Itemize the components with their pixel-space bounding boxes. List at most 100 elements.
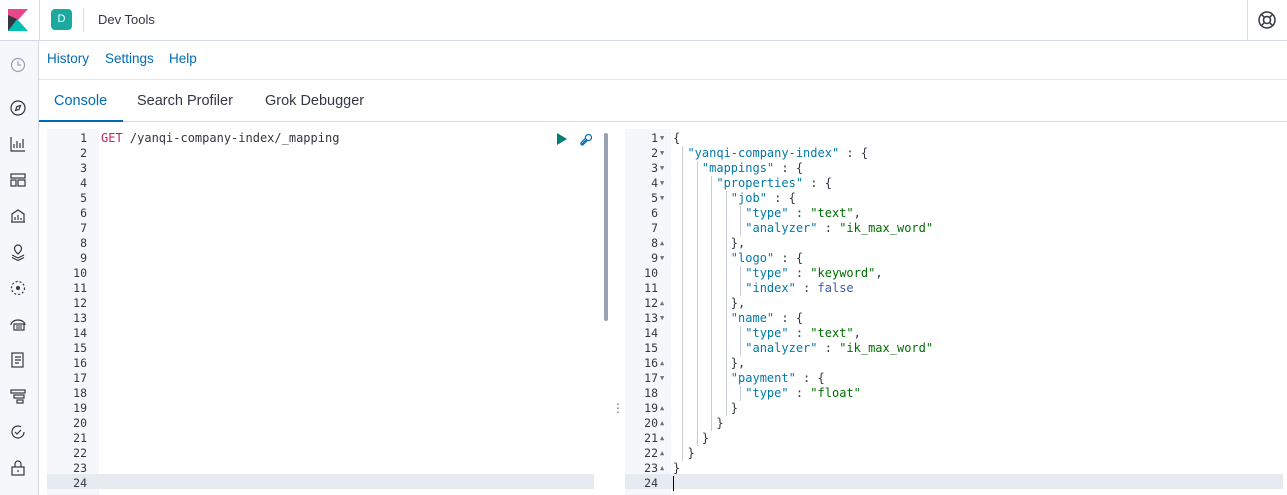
header-divider	[83, 8, 84, 32]
wrench-icon[interactable]	[578, 132, 594, 148]
fold-open-icon[interactable]: ▼	[660, 161, 664, 176]
space-avatar[interactable]: D	[51, 9, 72, 30]
line-number: 16	[73, 356, 87, 370]
fold-open-icon[interactable]: ▼	[660, 371, 664, 386]
fold-open-icon[interactable]: ▼	[660, 131, 664, 146]
apm-icon[interactable]	[9, 387, 27, 405]
fold-close-icon[interactable]: ▲	[660, 236, 664, 251]
line-number: 19	[73, 401, 87, 415]
pane-resizer[interactable]: ⋮	[612, 400, 624, 416]
line-number: 22	[644, 446, 658, 460]
response-line: "name" : {	[730, 311, 804, 325]
response-line: "type" : "float"	[745, 386, 861, 400]
tab-grok-debugger[interactable]: Grok Debugger	[265, 93, 364, 109]
line-number: 2	[651, 146, 658, 160]
infrastructure-icon[interactable]	[9, 315, 27, 333]
fold-open-icon[interactable]: ▼	[660, 311, 664, 326]
response-line: "index" : false	[745, 281, 854, 295]
request-editor[interactable]: GET /yanqi-company-index/_mapping 123456…	[47, 129, 612, 495]
logs-icon[interactable]	[9, 351, 27, 369]
fold-open-icon[interactable]: ▼	[660, 146, 664, 161]
fold-open-icon[interactable]: ▼	[660, 191, 664, 206]
line-number: 14	[73, 326, 87, 340]
request-method: GET	[101, 131, 123, 145]
indent-guide	[711, 176, 713, 431]
response-line: },	[673, 356, 746, 370]
line-number: 11	[73, 281, 87, 295]
kibana-logo-icon[interactable]	[8, 9, 28, 31]
response-line: }	[673, 461, 681, 475]
history-link[interactable]: History	[47, 51, 89, 66]
indent-guide	[740, 386, 742, 401]
tab-search-profiler[interactable]: Search Profiler	[137, 93, 233, 109]
line-number: 23	[73, 461, 87, 475]
indent-guide	[682, 146, 684, 461]
line-number: 21	[644, 431, 658, 445]
fold-close-icon[interactable]: ▲	[660, 296, 664, 311]
line-number: 18	[73, 386, 87, 400]
response-line: }	[673, 416, 724, 430]
indent-guide	[740, 326, 742, 356]
line-number: 13	[73, 311, 87, 325]
line-number: 20	[73, 416, 87, 430]
tab-console[interactable]: Console	[54, 93, 107, 109]
request-line: GET /yanqi-company-index/_mapping	[101, 131, 339, 146]
fold-close-icon[interactable]: ▲	[660, 431, 664, 446]
line-number: 6	[651, 206, 658, 220]
line-number: 2	[80, 146, 87, 160]
maps-icon[interactable]	[9, 243, 27, 261]
response-line: "type" : "text",	[745, 206, 861, 220]
app-header: D Dev Tools	[0, 0, 1287, 41]
text-cursor	[673, 476, 674, 491]
fold-close-icon[interactable]: ▲	[660, 401, 664, 416]
line-number: 15	[644, 341, 658, 355]
response-editor: 1 ▼{2 ▼ "yanqi-company-index" : {3 ▼ "mappi…	[625, 129, 1287, 495]
line-number: 1	[651, 131, 658, 145]
line-number: 9	[651, 251, 658, 265]
devtools-tabs: Console Search Profiler Grok Debugger	[39, 80, 1287, 122]
play-icon[interactable]	[556, 132, 568, 146]
line-number: 7	[80, 221, 87, 235]
line-number: 12	[644, 296, 658, 310]
line-number: 19	[644, 401, 658, 415]
line-number: 3	[80, 161, 87, 175]
compass-icon[interactable]	[9, 99, 27, 117]
response-line: "mappings" : {	[701, 161, 804, 175]
line-number: 1	[80, 131, 87, 145]
ml-icon[interactable]	[9, 279, 27, 297]
response-line: },	[673, 296, 746, 310]
active-tab-indicator	[39, 120, 123, 122]
response-line: "type" : "keyword",	[745, 266, 883, 280]
clock-icon[interactable]	[9, 56, 27, 74]
uptime-icon[interactable]	[9, 423, 27, 441]
response-line: {	[673, 131, 681, 145]
fold-close-icon[interactable]: ▲	[660, 356, 664, 371]
siem-icon[interactable]	[9, 459, 27, 477]
dashboard-icon[interactable]	[9, 171, 27, 189]
fold-close-icon[interactable]: ▲	[660, 461, 664, 476]
line-number: 11	[644, 281, 658, 295]
line-number: 15	[73, 341, 87, 355]
lifebuoy-icon[interactable]	[1257, 10, 1277, 30]
line-number: 17	[644, 371, 658, 385]
indent-guide	[725, 191, 727, 416]
settings-link[interactable]: Settings	[105, 51, 154, 66]
response-line: }	[673, 446, 695, 460]
line-number: 21	[73, 431, 87, 445]
canvas-icon[interactable]	[9, 207, 27, 225]
fold-close-icon[interactable]: ▲	[660, 446, 664, 461]
fold-close-icon[interactable]: ▲	[660, 416, 664, 431]
request-scrollbar[interactable]	[604, 133, 608, 321]
indent-guide	[740, 206, 742, 236]
indent-guide	[740, 266, 742, 296]
help-link[interactable]: Help	[169, 51, 197, 66]
line-number: 16	[644, 356, 658, 370]
visualize-icon[interactable]	[9, 135, 27, 153]
fold-open-icon[interactable]: ▼	[660, 176, 664, 191]
fold-open-icon[interactable]: ▼	[660, 251, 664, 266]
line-number: 20	[644, 416, 658, 430]
response-line: },	[673, 236, 746, 250]
line-number: 17	[73, 371, 87, 385]
line-number: 22	[73, 446, 87, 460]
response-line: "job" : {	[730, 191, 796, 205]
